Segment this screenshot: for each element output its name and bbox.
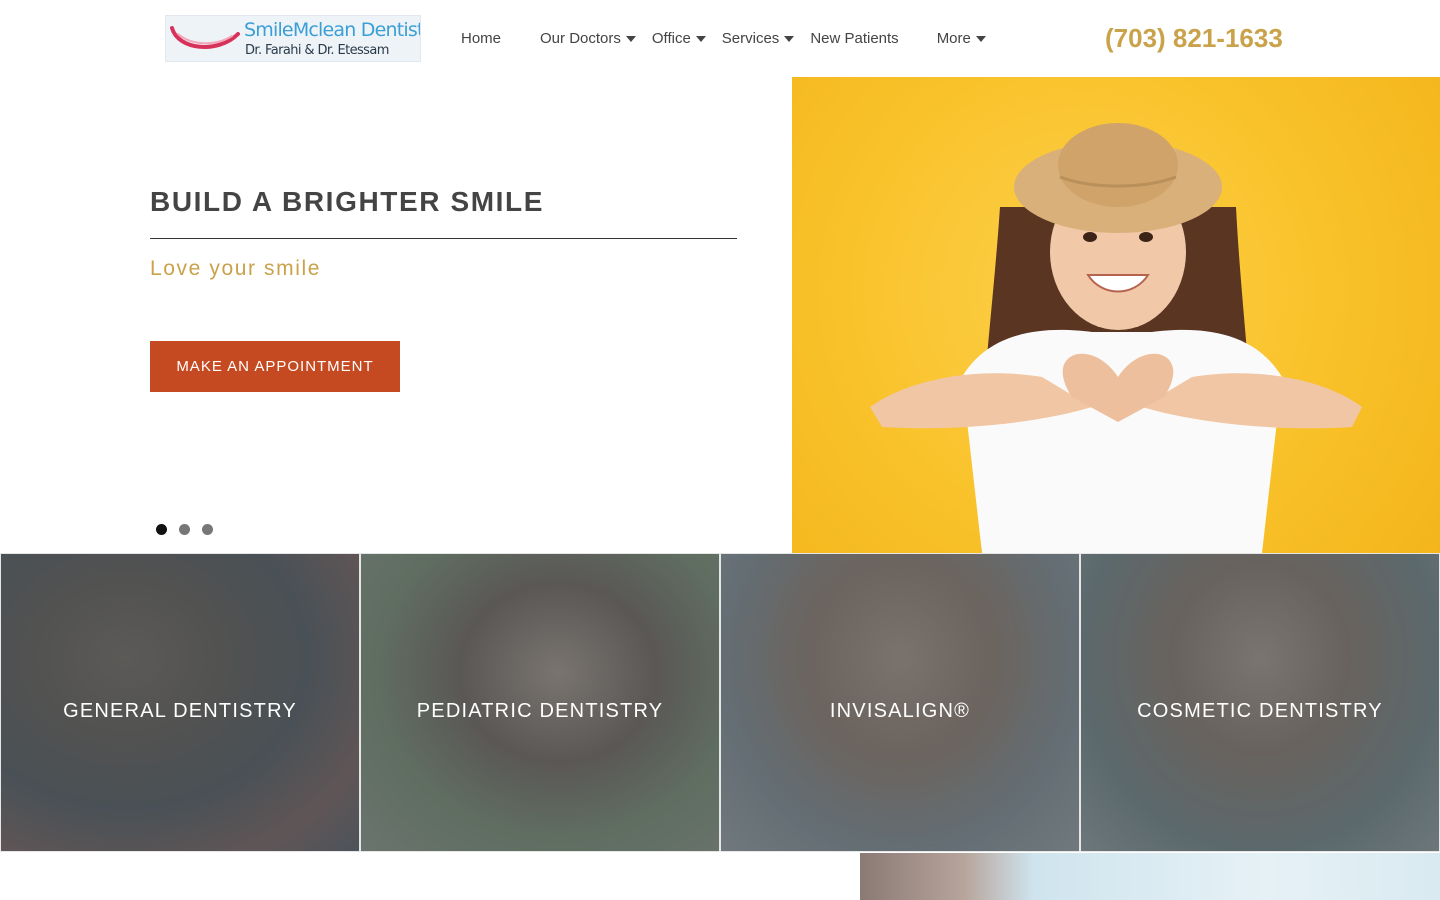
slider-dot-2[interactable] (179, 524, 190, 535)
service-tile-label: PEDIATRIC DENTISTRY (416, 700, 664, 722)
caret-down-icon (975, 35, 986, 42)
site-header: SmileMclean Dentistry Dr. Farahi & Dr. E… (0, 0, 1440, 77)
service-tile-general[interactable]: GENERAL DENTISTRY (0, 553, 360, 852)
nav-item-label: Our Doctors (540, 29, 621, 47)
service-tile-invisalign[interactable]: INVISALIGN® (720, 553, 1080, 852)
phone-link[interactable]: (703) 821-1633 (1105, 23, 1283, 54)
service-tile-label: INVISALIGN® (829, 700, 971, 722)
service-tile-cosmetic[interactable]: COSMETIC DENTISTRY (1080, 553, 1440, 852)
slider-dot-1[interactable] (156, 524, 167, 535)
make-appointment-button[interactable]: MAKE AN APPOINTMENT (150, 341, 400, 392)
nav-item-our-doctors[interactable]: Our Doctors (540, 30, 636, 47)
caret-down-icon (625, 35, 636, 42)
service-tile-label: GENERAL DENTISTRY (63, 700, 297, 722)
site-logo[interactable]: SmileMclean Dentistry Dr. Farahi & Dr. E… (165, 15, 421, 62)
next-section-photo (860, 853, 1440, 900)
nav-item-new-patients[interactable]: New Patients (810, 30, 898, 47)
main-nav: Home Our Doctors Office Services New Pat… (461, 28, 986, 48)
nav-item-label: More (936, 29, 971, 47)
hero-title: BUILD A BRIGHTER SMILE (150, 186, 545, 217)
hero-photo (792, 77, 1440, 553)
hero-subtitle: Love your smile (150, 257, 322, 280)
nav-item-home[interactable]: Home (461, 30, 501, 47)
nav-item-office[interactable]: Office (652, 30, 706, 47)
nav-item-label: Office (651, 29, 691, 47)
logo-doctors-text: Dr. Farahi & Dr. Etessam (245, 43, 389, 58)
hero-divider (150, 238, 737, 239)
logo-brand-text: SmileMclean Dentistry (244, 19, 420, 41)
caret-down-icon (784, 35, 795, 42)
nav-item-more[interactable]: More (937, 30, 986, 47)
service-tile-pediatric[interactable]: PEDIATRIC DENTISTRY (360, 553, 720, 852)
nav-item-label: New Patients (810, 29, 899, 47)
caret-down-icon (695, 35, 706, 42)
slider-dots (156, 524, 213, 535)
slider-dot-3[interactable] (202, 524, 213, 535)
service-tile-label: COSMETIC DENTISTRY (1137, 700, 1383, 722)
nav-item-label: Home (461, 29, 502, 47)
smile-icon (170, 26, 240, 49)
services-grid: GENERAL DENTISTRY PEDIATRIC DENTISTRY IN… (0, 553, 1440, 852)
nav-item-services[interactable]: Services (722, 30, 795, 47)
nav-item-label: Services (721, 29, 780, 47)
